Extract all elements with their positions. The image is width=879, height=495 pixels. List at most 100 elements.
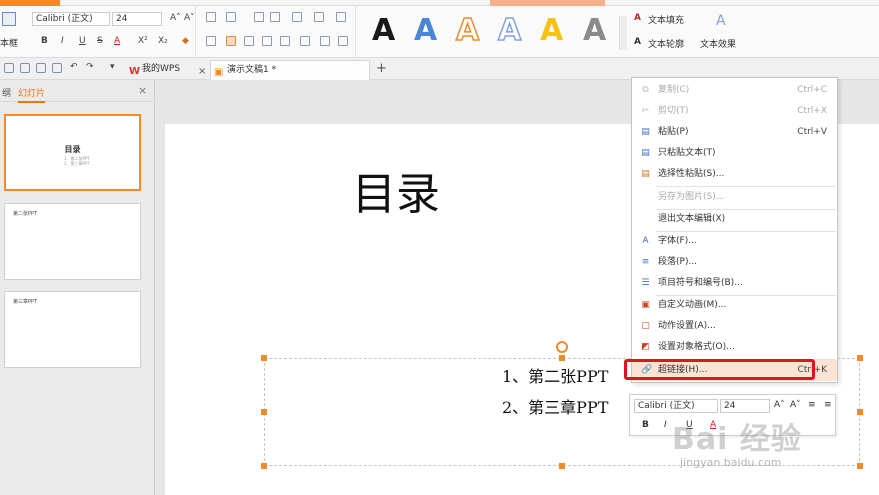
resize-handle[interactable] [857, 463, 863, 469]
menu-item-bullets-numbering[interactable]: ☰ 项目符号和编号(B)... [632, 273, 837, 294]
text-fill-icon: A [634, 13, 641, 23]
text-style-4[interactable]: A [497, 13, 522, 49]
mini-font-name-select[interactable]: Calibri (正文) [634, 399, 718, 413]
menu-item-cut[interactable]: ✂ 剪切(T) Ctrl+X [632, 101, 837, 122]
text-style-6[interactable]: A [583, 14, 606, 48]
new-tab-button[interactable]: + [376, 61, 387, 76]
font-icon: A [642, 236, 649, 246]
resize-handle[interactable] [261, 409, 267, 415]
slide-thumbnail-3[interactable]: 第三章PPT [4, 291, 141, 368]
shrink-font-icon[interactable]: A˅ [790, 400, 801, 410]
quick-access-dropdown-icon[interactable]: ▾ [110, 62, 115, 72]
increase-indent-icon[interactable] [270, 12, 280, 22]
context-menu: ⧉ 复制(C) Ctrl+C ✂ 剪切(T) Ctrl+X ▤ 粘贴(P) Ct… [631, 77, 838, 383]
print-icon[interactable] [36, 63, 46, 73]
tab-slides[interactable]: 幻灯片 [18, 86, 46, 103]
line-spacing-icon[interactable] [314, 12, 324, 22]
clear-format-icon[interactable]: ◆ [182, 36, 189, 46]
subscript-button[interactable]: X₂ [158, 36, 168, 46]
textbox-button[interactable]: 本框 [0, 10, 24, 50]
font-group: Calibri (正文) 24 A˄ A˅ B I U S A X² X₂ ◆ [26, 6, 196, 58]
text-style-3[interactable]: A [455, 13, 480, 49]
bullet-list-icon[interactable] [206, 12, 216, 22]
tab-my-wps[interactable]: W 我的WPS × [126, 60, 210, 80]
slide-thumbnail-1[interactable]: 目录 1、第二张PPT 2、第三章PPT [4, 114, 141, 191]
align-left-icon[interactable] [206, 36, 216, 46]
format-object-icon: ◩ [641, 342, 650, 352]
font-color-button[interactable]: A [114, 36, 120, 46]
numbered-list-icon[interactable] [226, 12, 236, 22]
font-size-select[interactable]: 24 [112, 12, 162, 26]
close-icon[interactable]: × [198, 63, 206, 81]
menu-item-copy[interactable]: ⧉ 复制(C) Ctrl+C [632, 80, 837, 101]
columns-icon[interactable] [292, 12, 302, 22]
redo-icon[interactable]: ↷ [86, 62, 94, 72]
italic-button[interactable]: I [664, 420, 667, 430]
menu-item-paste-special[interactable]: ▤ 选择性粘贴(S)... [632, 164, 837, 185]
text-styles-scroll[interactable] [619, 16, 627, 50]
grow-font-icon[interactable]: A˄ [170, 13, 181, 23]
menu-item-format-object[interactable]: ◩ 设置对象格式(O)... [632, 337, 837, 358]
export-pdf-icon[interactable] [52, 63, 62, 73]
strikethrough-button[interactable]: S [97, 36, 103, 46]
undo-icon[interactable]: ↶ [70, 62, 78, 72]
menu-item-paste[interactable]: ▤ 粘贴(P) Ctrl+V [632, 122, 837, 143]
bold-button[interactable]: B [41, 36, 48, 46]
text-direction-icon[interactable] [336, 12, 346, 22]
line-spacing-icon[interactable]: ≡ [808, 400, 816, 410]
slide-thumbnail-2[interactable]: 第二张PPT [4, 203, 141, 280]
slide-bullet-2[interactable]: 2、第三章PPT [502, 394, 608, 418]
align-center-icon[interactable] [226, 36, 236, 46]
text-style-5[interactable]: A [540, 14, 563, 48]
superscript-button[interactable]: X² [138, 36, 148, 46]
resize-handle[interactable] [261, 463, 267, 469]
slide-title[interactable]: 目录 [352, 170, 440, 220]
text-style-2[interactable]: A [414, 14, 437, 48]
mini-font-size-select[interactable]: 24 [720, 399, 770, 413]
text-effect-button[interactable]: 文本效果 [700, 37, 736, 50]
paste-icon: ▤ [641, 127, 650, 137]
save-icon[interactable] [4, 63, 14, 73]
copy-icon: ⧉ [642, 85, 649, 95]
italic-button[interactable]: I [61, 36, 64, 46]
menu-item-font[interactable]: A 字体(F)... [632, 231, 837, 252]
tab-presentation-label: 演示文稿1 * [227, 65, 277, 75]
menu-item-save-as-picture[interactable]: 另存为图片(S)... [632, 187, 837, 208]
close-icon[interactable]: × [138, 84, 147, 97]
decrease-indent-icon[interactable] [254, 12, 264, 22]
underline-button[interactable]: U [79, 36, 86, 46]
print-preview-icon[interactable] [20, 63, 30, 73]
presentation-icon: ▣ [214, 67, 224, 78]
menu-item-custom-animation[interactable]: ▣ 自定义动画(M)... [632, 295, 837, 316]
para-settings-icon[interactable] [320, 36, 330, 46]
resize-handle[interactable] [559, 463, 565, 469]
bold-button[interactable]: B [642, 420, 649, 430]
font-name-select[interactable]: Calibri (正文) [32, 12, 110, 26]
text-style-1[interactable]: A [372, 14, 395, 48]
shrink-font-icon[interactable]: A˅ [184, 13, 195, 23]
rotate-handle[interactable] [556, 341, 568, 353]
menu-item-action-settings[interactable]: ▢ 动作设置(A)... [632, 316, 837, 337]
distribute-icon[interactable] [280, 36, 290, 46]
tab-presentation[interactable]: ▣ 演示文稿1 * [210, 60, 370, 80]
resize-handle[interactable] [857, 409, 863, 415]
paragraph-icon[interactable]: ≡ [824, 400, 832, 410]
resize-handle[interactable] [857, 355, 863, 361]
slide-bullet-1[interactable]: 1、第二张PPT [502, 363, 608, 387]
tab-outline[interactable]: 纲 [2, 86, 11, 99]
smart-layout-icon[interactable] [338, 36, 348, 46]
custom-animation-icon: ▣ [641, 300, 650, 310]
resize-handle[interactable] [261, 355, 267, 361]
text-outline-button[interactable]: 文本轮廓 [648, 37, 684, 50]
justify-icon[interactable] [262, 36, 272, 46]
menu-item-paste-text-only[interactable]: ▤ 只粘贴文本(T) [632, 143, 837, 164]
resize-handle[interactable] [559, 355, 565, 361]
hyperlink-highlight-annotation [624, 359, 815, 380]
menu-item-paragraph[interactable]: ≡ 段落(P)... [632, 252, 837, 273]
vertical-align-icon[interactable] [300, 36, 310, 46]
menu-item-exit-text-edit[interactable]: 退出文本编辑(X) [632, 209, 837, 230]
text-effect-preview-icon[interactable]: A [716, 13, 726, 29]
text-fill-button[interactable]: 文本填充 [648, 13, 684, 26]
grow-font-icon[interactable]: A˄ [774, 400, 785, 410]
align-right-icon[interactable] [244, 36, 254, 46]
